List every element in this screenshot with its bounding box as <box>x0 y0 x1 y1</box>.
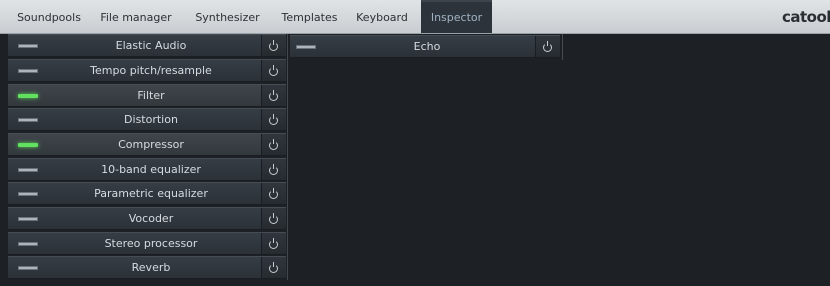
tab-keyboard[interactable]: Keyboard <box>349 0 415 33</box>
power-icon <box>269 188 278 199</box>
power-icon <box>269 164 278 175</box>
effect-power-button[interactable] <box>261 85 286 106</box>
effect-toggle-indicator[interactable] <box>18 118 38 122</box>
effect-10-band-equalizer[interactable]: 10-band equalizer <box>8 158 286 181</box>
power-icon <box>269 213 278 224</box>
tab-file-manager[interactable]: File manager <box>91 0 181 33</box>
effects-list: Elastic Audio Tempo pitch/resample Filte… <box>8 34 286 284</box>
panel-divider <box>287 34 288 280</box>
power-icon <box>269 65 278 76</box>
effect-toggle-indicator[interactable] <box>18 143 38 147</box>
effect-power-button[interactable] <box>261 159 286 180</box>
effect-power-button[interactable] <box>261 233 286 254</box>
effect-compressor[interactable]: Compressor <box>8 133 286 156</box>
effect-label: Vocoder <box>128 212 174 225</box>
tab-bar: Soundpools File manager Synthesizer Temp… <box>0 0 830 34</box>
effect-toggle-indicator[interactable] <box>18 217 38 221</box>
effect-elastic-audio[interactable]: Elastic Audio <box>8 34 286 57</box>
effect-toggle-indicator[interactable] <box>18 168 38 172</box>
effect-distortion[interactable]: Distortion <box>8 108 286 131</box>
inspector-window: Soundpools File manager Synthesizer Temp… <box>0 0 830 286</box>
effect-label: Stereo processor <box>104 237 198 250</box>
effect-stereo-processor[interactable]: Stereo processor <box>8 232 286 255</box>
power-icon <box>269 262 278 273</box>
effect-toggle-indicator[interactable] <box>18 192 38 196</box>
effect-power-button[interactable] <box>261 257 286 278</box>
power-icon <box>269 238 278 249</box>
effect-toggle-indicator[interactable] <box>18 44 38 48</box>
effect-reverb[interactable]: Reverb <box>8 256 286 279</box>
effect-power-button[interactable] <box>261 134 286 155</box>
effect-power-button[interactable] <box>261 60 286 81</box>
effect-toggle-indicator[interactable] <box>18 266 38 270</box>
effect-power-button[interactable] <box>261 183 286 204</box>
effect-label: 10-band equalizer <box>101 163 201 176</box>
tab-soundpools[interactable]: Soundpools <box>11 0 87 33</box>
effect-toggle-indicator[interactable] <box>18 242 38 246</box>
effect-parametric-equalizer[interactable]: Parametric equalizer <box>8 182 286 205</box>
power-icon <box>269 90 278 101</box>
effect-label: Compressor <box>118 138 184 151</box>
effect-label: Tempo pitch/resample <box>90 64 212 77</box>
effect-power-button[interactable] <box>261 35 286 56</box>
effect-label: Reverb <box>131 261 171 274</box>
power-icon <box>269 40 278 51</box>
effect-toggle-indicator[interactable] <box>18 69 38 73</box>
power-icon <box>543 41 552 52</box>
effect-power-button[interactable] <box>261 109 286 130</box>
effect-label: Echo <box>413 40 441 53</box>
effect-toggle-indicator[interactable] <box>18 94 38 98</box>
tab-synthesizer[interactable]: Synthesizer <box>184 0 271 33</box>
effect-power-button[interactable] <box>261 208 286 229</box>
effect-vocoder[interactable]: Vocoder <box>8 207 286 230</box>
catooh-logo: catooh <box>782 8 830 26</box>
effect-label: Distortion <box>124 113 178 126</box>
tab-templates[interactable]: Templates <box>272 0 347 33</box>
effect-filter[interactable]: Filter <box>8 84 286 107</box>
effect-toggle-indicator[interactable] <box>296 45 316 49</box>
tab-inspector[interactable]: Inspector <box>421 0 492 33</box>
effect-power-button[interactable] <box>535 36 560 57</box>
effect-label: Parametric equalizer <box>94 187 208 200</box>
effect-tempo-pitch-resample[interactable]: Tempo pitch/resample <box>8 59 286 82</box>
slot-divider <box>562 34 563 60</box>
power-icon <box>269 114 278 125</box>
power-icon <box>269 139 278 150</box>
effect-slot-echo[interactable]: Echo <box>290 35 560 58</box>
effect-label: Filter <box>137 89 165 102</box>
effect-label: Elastic Audio <box>115 39 187 52</box>
